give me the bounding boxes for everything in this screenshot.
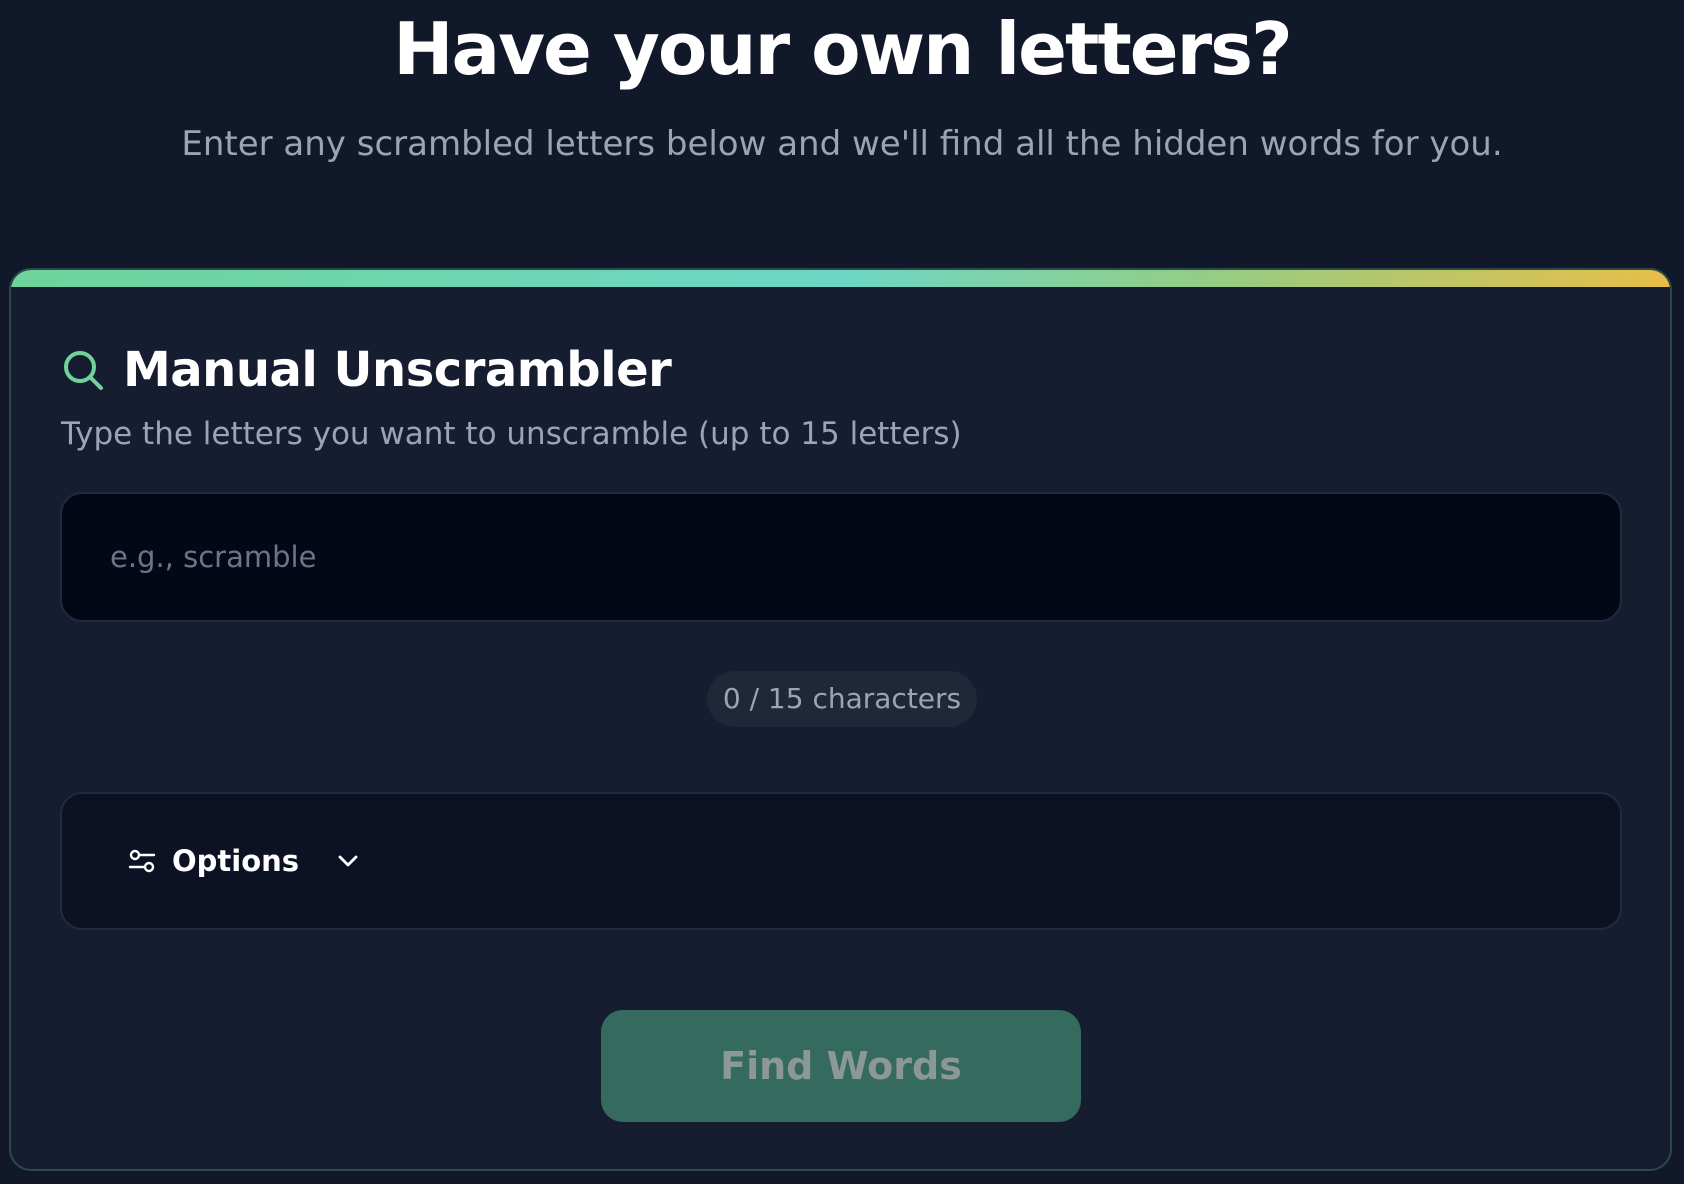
card-header: Manual Unscrambler xyxy=(61,340,672,400)
card-accent-bar xyxy=(11,270,1670,287)
card-title: Manual Unscrambler xyxy=(123,342,672,398)
options-panel: Options xyxy=(60,792,1622,930)
unscrambler-card: Manual Unscrambler Type the letters you … xyxy=(9,268,1672,1171)
options-toggle[interactable]: Options xyxy=(128,794,361,928)
hero-title: Have your own letters? xyxy=(393,7,1293,91)
find-words-button[interactable]: Find Words xyxy=(601,1010,1081,1122)
letters-input[interactable] xyxy=(60,492,1622,622)
sliders-icon xyxy=(128,847,156,875)
page: Have your own letters? Enter any scrambl… xyxy=(0,0,1684,1184)
hero-subtitle: Enter any scrambled letters below and we… xyxy=(181,124,1503,164)
card-description: Type the letters you want to unscramble … xyxy=(61,416,962,452)
chevron-down-icon xyxy=(335,848,361,874)
options-label: Options xyxy=(172,844,300,878)
search-icon xyxy=(61,348,105,392)
character-count-badge: 0 / 15 characters xyxy=(707,671,977,727)
